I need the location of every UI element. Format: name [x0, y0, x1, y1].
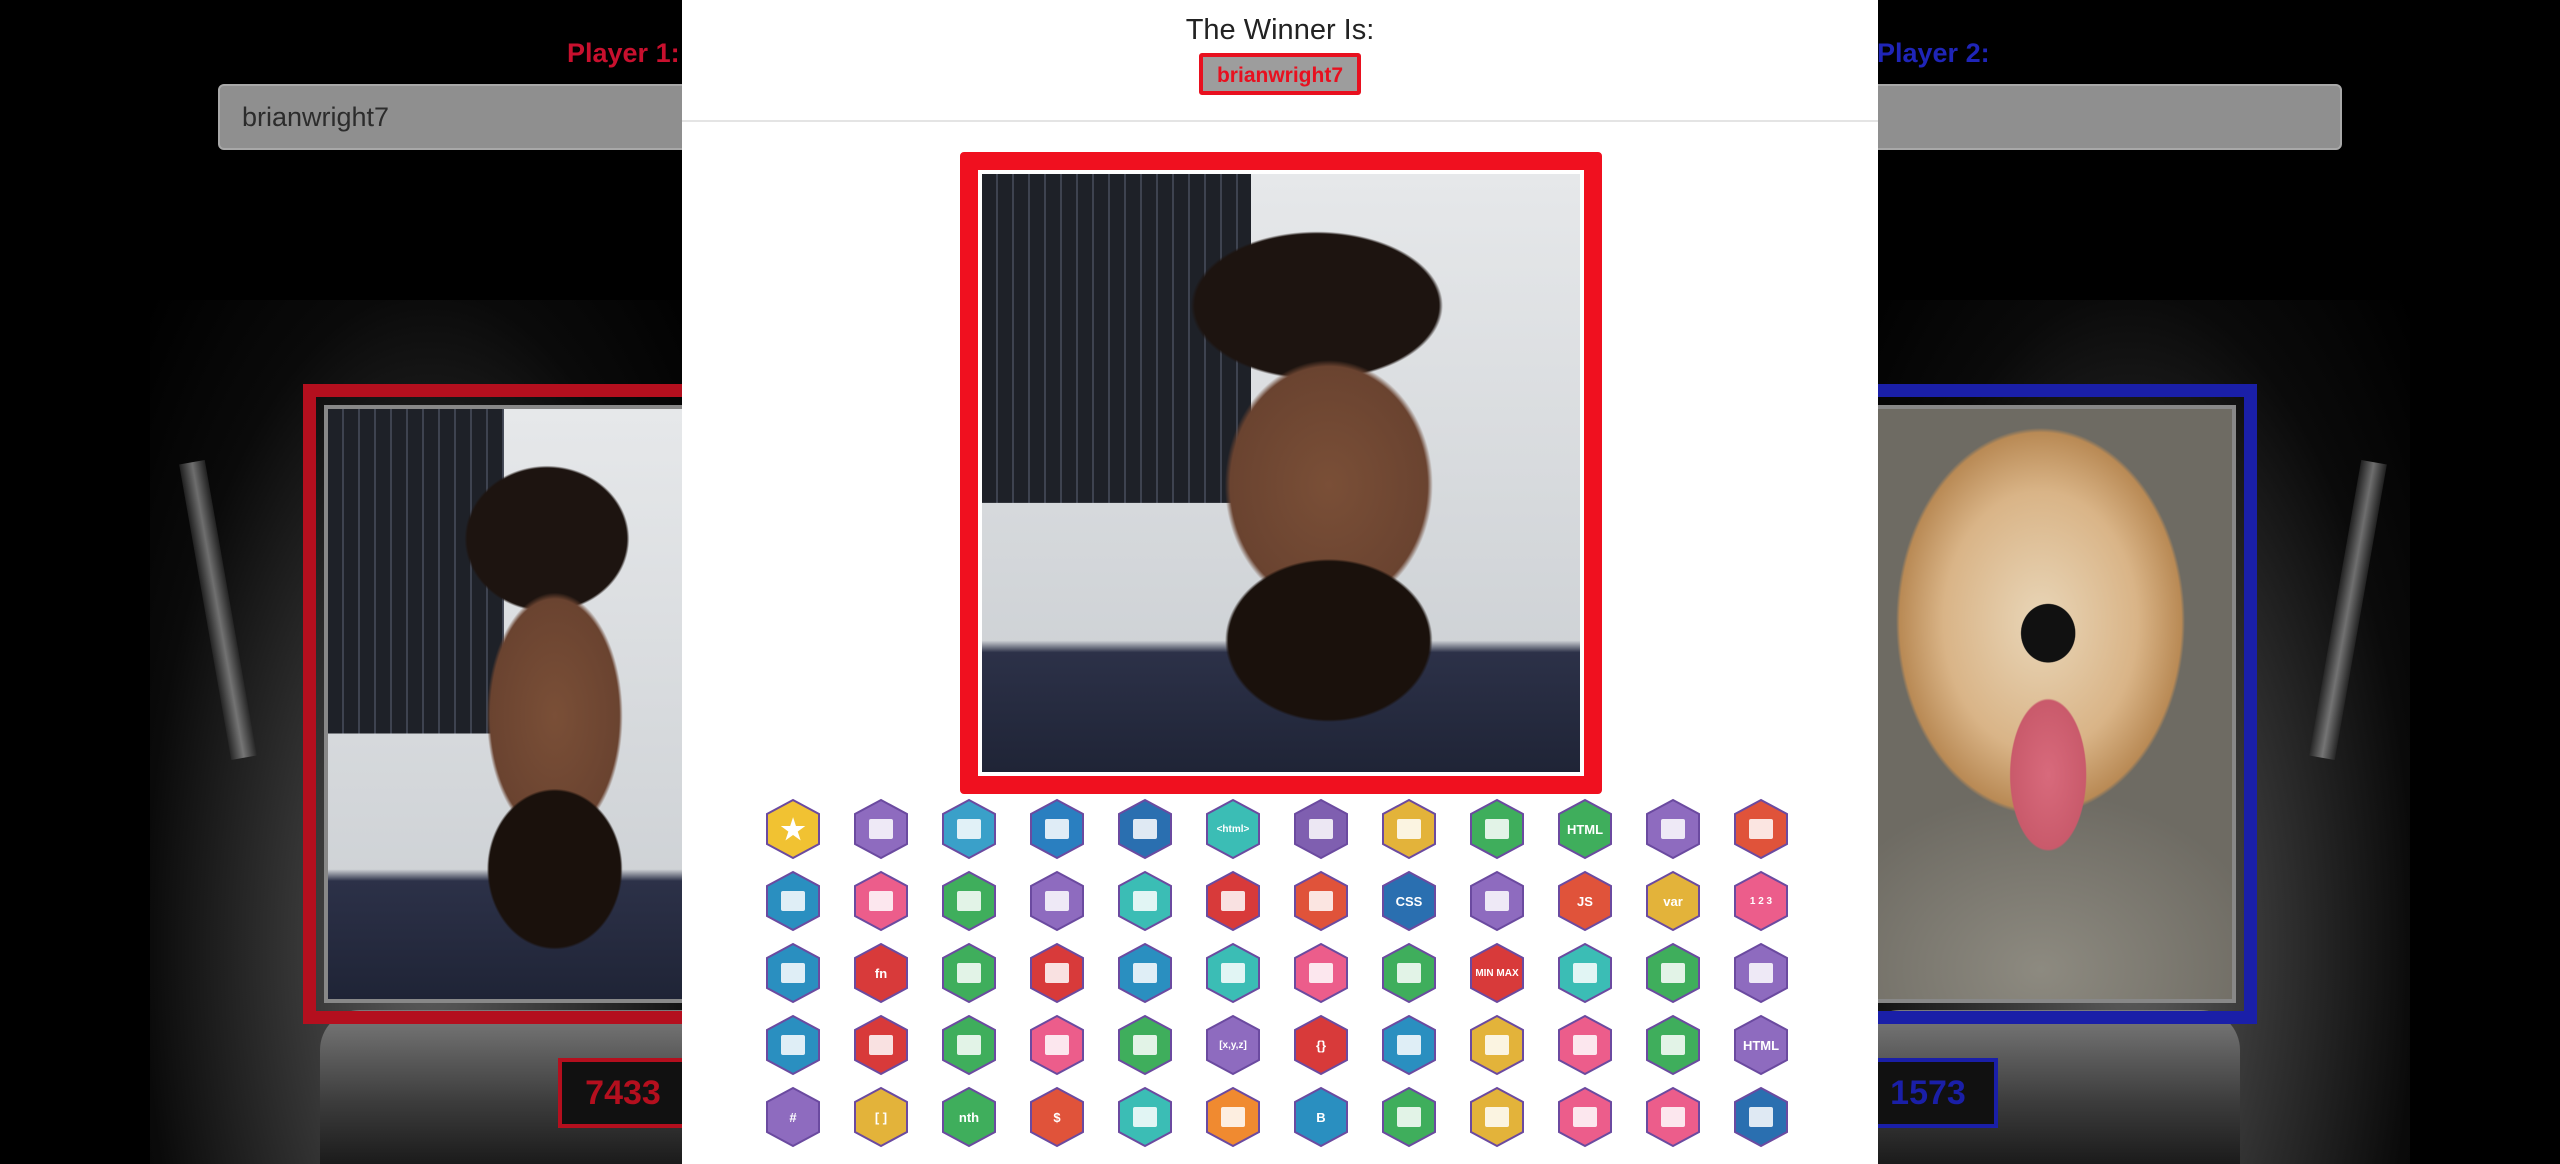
- note-icon: [1642, 1014, 1704, 1076]
- chart-icon: [1730, 1086, 1792, 1148]
- stack-icon: [1554, 1014, 1616, 1076]
- list-icon: [938, 1014, 1000, 1076]
- winner-avatar: [982, 174, 1580, 772]
- player1-score: 7433: [558, 1058, 688, 1128]
- page-add-icon: [1466, 798, 1528, 860]
- email-icon: [1114, 942, 1176, 1004]
- xyz-icon: [x,y,z]: [1202, 1014, 1264, 1076]
- html-css-icon-label: <html>: [1216, 823, 1250, 835]
- globe-icon: [1114, 798, 1176, 860]
- function-icon-label: fn: [874, 965, 888, 981]
- image-icon: [850, 798, 912, 860]
- chat-icon: [1466, 1014, 1528, 1076]
- brackets-icon: [ ]: [850, 1086, 912, 1148]
- winner-photo-mat: [978, 170, 1584, 776]
- player1-photo-mat: [324, 405, 723, 1003]
- form-icon: [938, 870, 1000, 932]
- bootstrap-icon-label: B: [1316, 1109, 1326, 1125]
- minmax-icon-label: MIN MAX: [1475, 967, 1519, 979]
- html-doc-icon: HTML: [1554, 798, 1616, 860]
- cloud-icon: [1378, 1014, 1440, 1076]
- player1-photo-frame: [303, 384, 723, 1024]
- bootstrap-icon: B: [1290, 1086, 1352, 1148]
- player2-score: 1573: [1858, 1058, 1998, 1128]
- xyz-icon-label: [x,y,z]: [1219, 1039, 1247, 1051]
- columns-icon: [1554, 942, 1616, 1004]
- window-icon: [1378, 798, 1440, 860]
- html-window-icon: HTML: [1730, 1014, 1792, 1076]
- star-icon-label: ★: [780, 813, 806, 845]
- headline-icon: [1026, 942, 1088, 1004]
- css-icon-label: CSS: [1395, 893, 1423, 909]
- player2-username-input[interactable]: [1860, 84, 2342, 150]
- player2-photo-mat: [1845, 405, 2236, 1003]
- nth-icon: nth: [938, 1086, 1000, 1148]
- player1-username-input[interactable]: brianwright7: [218, 84, 718, 150]
- gallery-icon: [1202, 942, 1264, 1004]
- tasks-icon: [1114, 1086, 1176, 1148]
- dollar-icon: $: [1026, 1086, 1088, 1148]
- player1-label: Player 1:: [567, 38, 680, 68]
- layout-icon: [1642, 798, 1704, 860]
- html-css-icon: <html>: [1202, 798, 1264, 860]
- graph-icon: [762, 942, 824, 1004]
- numbers-icon-label: 1 2 3: [1749, 895, 1773, 907]
- laptop-icon: [938, 798, 1000, 860]
- player1-avatar: [328, 409, 719, 999]
- wifi-icon: [1026, 798, 1088, 860]
- spreadsheet-icon: [1378, 1086, 1440, 1148]
- rocket-icon: [762, 870, 824, 932]
- server-icon: [1554, 1086, 1616, 1148]
- refresh-icon: [1114, 1014, 1176, 1076]
- css-doc-icon: [1466, 870, 1528, 932]
- book-icon: [850, 870, 912, 932]
- table-icon: [762, 1014, 824, 1076]
- article-icon: [1290, 870, 1352, 932]
- player2-label: Player 2:: [1877, 38, 1990, 68]
- image-text-icon: [938, 942, 1000, 1004]
- css-icon: CSS: [1378, 870, 1440, 932]
- player2-avatar: [1849, 409, 2232, 999]
- nth-icon-label: nth: [958, 1109, 980, 1125]
- star-icon: ★: [762, 798, 824, 860]
- hashtag-icon-label: #: [789, 1109, 797, 1125]
- winner-username-badge: brianwright7: [1198, 53, 1361, 95]
- function-icon: fn: [850, 942, 912, 1004]
- braces-icon: {}: [1290, 1014, 1352, 1076]
- winner-modal: The Winner Is: brianwright7 ★ <html> HTML C…: [682, 0, 1878, 1164]
- braces-icon-label: {}: [1315, 1037, 1327, 1053]
- html-window-icon-label: HTML: [1742, 1037, 1780, 1053]
- modal-header: The Winner Is: brianwright7: [682, 0, 1878, 122]
- document-icon: [1642, 1086, 1704, 1148]
- select-icon: [1202, 870, 1264, 932]
- grid-icon: [1730, 942, 1792, 1004]
- winner-title: The Winner Is:: [1185, 14, 1375, 46]
- hashtag-icon: #: [762, 1086, 824, 1148]
- screen-icon: [1114, 870, 1176, 932]
- var-icon: var: [1642, 870, 1704, 932]
- dark-book-icon: [850, 1014, 912, 1076]
- webpage-icon: [1730, 798, 1792, 860]
- browser-icon: [1290, 798, 1352, 860]
- brackets-icon-label: [ ]: [874, 1109, 888, 1125]
- toggle-icon: [1466, 1086, 1528, 1148]
- player2-photo-frame: [1845, 384, 2257, 1024]
- progress-icon: [1026, 1014, 1088, 1076]
- monitor-icon: [1378, 942, 1440, 1004]
- minmax-icon: MIN MAX: [1466, 942, 1528, 1004]
- winner-photo-frame: [960, 152, 1602, 794]
- var-icon-label: var: [1663, 893, 1683, 909]
- camera-icon: [1026, 870, 1088, 932]
- js-icon: JS: [1554, 870, 1616, 932]
- numbers-icon: 1 2 3: [1730, 870, 1792, 932]
- cards-icon: [1642, 942, 1704, 1004]
- dollar-icon-label: $: [1053, 1109, 1061, 1125]
- media-icon: [1290, 942, 1352, 1004]
- js-icon-label: JS: [1577, 893, 1593, 909]
- badge-icon: [1202, 1086, 1264, 1148]
- html-doc-icon-label: HTML: [1566, 821, 1604, 837]
